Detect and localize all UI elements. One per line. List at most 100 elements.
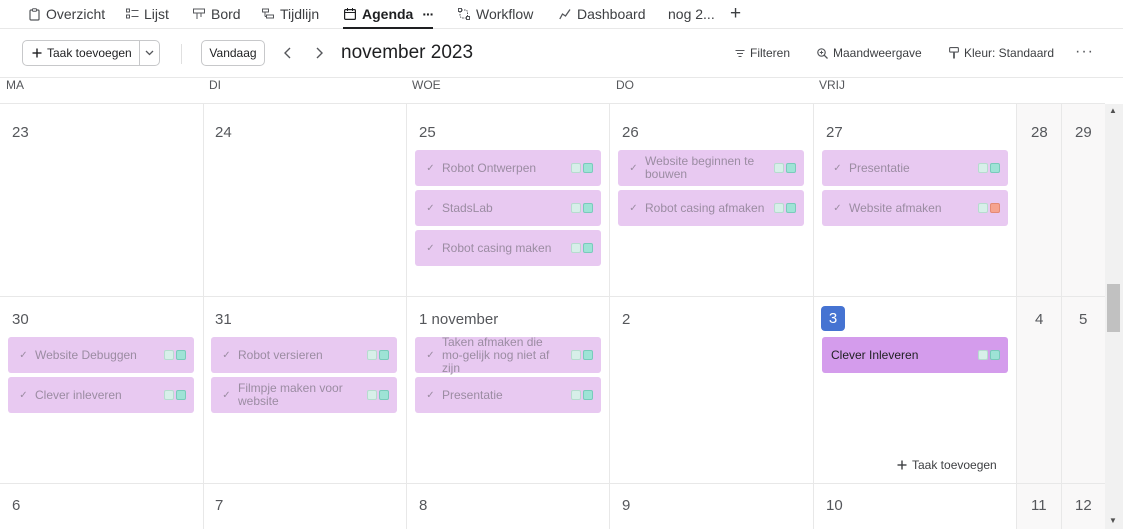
checkmark-icon[interactable]: ✓ [832,163,843,174]
calendar-icon [343,7,357,21]
scroll-down-icon[interactable]: ▼ [1109,516,1117,525]
checkmark-icon[interactable]: ✓ [425,350,436,361]
add-task-in-cell-button[interactable]: Taak toevoegen [897,458,997,472]
task-tags [571,350,593,360]
task-title: Robot Ontwerpen [442,161,537,175]
tab-overzicht[interactable]: Overzicht [27,0,105,28]
tab-more[interactable]: nog 2... [668,0,715,28]
tab-more-icon[interactable]: ··· [422,6,434,22]
checkmark-icon[interactable]: ✓ [425,243,436,254]
day-number: 1 november [419,311,499,328]
task-tags [571,163,593,173]
tag-square-icon [571,390,581,400]
task-title: Filmpje maken voor website [238,382,343,408]
task-card[interactable]: ✓ Robot casing maken [415,230,601,266]
tag-square-icon [990,163,1000,173]
tab-lijst[interactable]: Lijst [125,0,169,28]
checkmark-icon[interactable]: ✓ [832,203,843,214]
tab-dashboard[interactable]: Dashboard [558,0,646,28]
add-task-button-group: Taak toevoegen [22,40,160,66]
add-task-dropdown[interactable] [140,41,159,65]
grid-line [1061,104,1062,529]
task-title: StadsLab [442,201,493,215]
tag-square-icon [571,350,581,360]
add-tab-button[interactable]: + [730,0,741,28]
task-card[interactable]: ✓ Taken afmaken die mo-gelijk nog niet a… [415,336,601,374]
tag-square-icon [571,243,581,253]
task-title: Presentatie [849,161,910,175]
task-tags [978,163,1000,173]
task-card[interactable]: ✓ Filmpje maken voor website [211,377,397,413]
weekday-header-vrij: VRIJ [819,78,846,92]
checkmark-icon[interactable]: ✓ [628,203,639,214]
grid-line [203,104,204,529]
paint-brush-icon [949,47,959,59]
toolbar-divider [181,44,182,64]
tag-square-icon [583,163,593,173]
timeline-icon [261,7,275,21]
day-number: 4 [1035,311,1044,328]
tag-square-icon [379,390,389,400]
day-number: 24 [215,124,232,141]
task-card[interactable]: ✓ StadsLab [415,190,601,226]
tag-square-icon [978,163,988,173]
scroll-up-icon[interactable]: ▲ [1109,106,1117,115]
add-task-label: Taak toevoegen [47,46,132,60]
task-card[interactable]: ✓ Robot versieren [211,337,397,373]
checkmark-icon[interactable]: ✓ [425,203,436,214]
checkmark-icon[interactable]: ✓ [425,163,436,174]
checkmark-icon[interactable]: ✓ [425,390,436,401]
next-month-button[interactable] [309,43,329,63]
tag-square-icon [164,390,174,400]
task-title: Clever Inleveren [831,348,919,362]
day-number: 9 [622,497,631,514]
month-view-label: Maandweergave [833,46,922,60]
scrollbar-thumb[interactable] [1107,284,1120,332]
task-card[interactable]: ✓ Presentatie [822,150,1008,186]
task-card[interactable]: ✓ Clever inleveren [8,377,194,413]
weekday-header-ma: MA [6,78,24,92]
task-card[interactable]: ✓ Website beginnen te bouwen [618,150,804,186]
today-button[interactable]: Vandaag [201,40,265,66]
chevron-right-icon [316,47,323,59]
checkmark-icon[interactable]: ✓ [18,390,29,401]
task-title: Website afmaken [849,201,942,215]
add-task-button[interactable]: Taak toevoegen [23,41,140,65]
task-card[interactable]: ✓ Website afmaken [822,190,1008,226]
tab-agenda[interactable]: Agenda ··· [343,0,434,29]
task-tags [367,390,389,400]
task-card[interactable]: ✓ Presentatie [415,377,601,413]
more-options-button[interactable]: ··· [1075,43,1094,61]
checkmark-icon[interactable]: ✓ [628,163,639,174]
calendar-toolbar: Taak toevoegen Vandaag november 2023 Fil… [0,29,1123,78]
grid-line [1016,104,1017,529]
tag-square-icon [583,390,593,400]
checkmark-icon[interactable]: ✓ [221,390,232,401]
checkmark-icon[interactable]: ✓ [18,350,29,361]
day-number: 31 [215,311,232,328]
tab-tijdlijn[interactable]: Tijdlijn [261,0,319,28]
task-title: Robot versieren [238,348,323,362]
day-number: 5 [1079,311,1088,328]
chevron-down-icon [145,50,154,56]
task-tags [571,390,593,400]
filter-label: Filteren [750,46,791,60]
task-card[interactable]: ✓ Website Debuggen [8,337,194,373]
tag-square-icon [990,350,1000,360]
vertical-scrollbar[interactable]: ▲ ▼ [1105,104,1123,529]
tag-square-icon [774,203,784,213]
tab-bord[interactable]: Bord [192,0,241,28]
tag-square-icon [786,203,796,213]
task-card-selected[interactable]: Clever Inleveren [822,337,1008,373]
month-view-button[interactable]: Maandweergave [817,44,922,62]
day-number: 29 [1075,124,1092,141]
task-card[interactable]: ✓ Robot casing afmaken [618,190,804,226]
tag-square-icon [978,350,988,360]
task-card[interactable]: ✓ Robot Ontwerpen [415,150,601,186]
tab-workflow[interactable]: Workflow [457,0,533,28]
previous-month-button[interactable] [277,43,297,63]
color-button[interactable]: Kleur: Standaard [949,44,1054,62]
checkmark-icon[interactable]: ✓ [221,350,232,361]
filter-button[interactable]: Filteren [735,44,790,62]
today-day-number: 3 [821,306,845,331]
